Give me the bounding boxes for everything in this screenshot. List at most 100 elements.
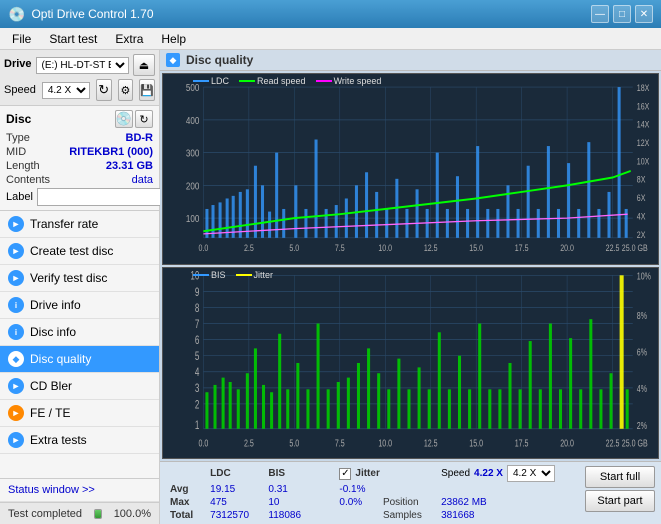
- max-label: Max: [164, 496, 204, 509]
- nav-drive-info[interactable]: i Drive info: [0, 292, 159, 319]
- svg-text:1: 1: [195, 419, 200, 432]
- sidebar: Drive (E:) HL-DT-ST BD-RE WH16NS48 1.D3 …: [0, 50, 160, 524]
- total-ldc: 7312570: [204, 509, 262, 522]
- speed-col-label: Speed: [441, 468, 470, 479]
- legend-ldc: LDC: [193, 76, 229, 86]
- disc-length-val: 23.31 GB: [106, 160, 153, 172]
- svg-text:4X: 4X: [637, 212, 646, 222]
- progress-bar-fill: [95, 510, 101, 518]
- menu-extra[interactable]: Extra: [107, 30, 151, 48]
- svg-text:6%: 6%: [637, 346, 647, 358]
- svg-text:22.5: 22.5: [606, 243, 620, 253]
- eject-button[interactable]: ⏏: [133, 54, 155, 76]
- close-button[interactable]: ✕: [635, 5, 653, 23]
- nav-create-test[interactable]: ► Create test disc: [0, 238, 159, 265]
- svg-text:12X: 12X: [637, 138, 650, 148]
- svg-text:25.0 GB: 25.0 GB: [622, 243, 648, 253]
- svg-text:8: 8: [195, 303, 200, 316]
- samples-label: Samples: [377, 509, 435, 522]
- svg-text:2.5: 2.5: [244, 243, 254, 253]
- maximize-button[interactable]: □: [613, 5, 631, 23]
- minimize-button[interactable]: —: [591, 5, 609, 23]
- svg-text:100: 100: [186, 213, 199, 224]
- svg-text:20.0: 20.0: [560, 243, 574, 253]
- avg-bis: 0.31: [262, 483, 313, 496]
- chart2-svg: 10 9 8 7 6 5 4 3 2 1 10% 8% 6% 4% 2%: [163, 268, 658, 458]
- avg-jitter: -0.1%: [333, 483, 377, 496]
- ldc-label: LDC: [211, 76, 229, 86]
- menu-file[interactable]: File: [4, 30, 39, 48]
- max-bis: 10: [262, 496, 313, 509]
- refresh-button[interactable]: ↻: [96, 79, 112, 101]
- window-title: Opti Drive Control 1.70: [31, 7, 591, 21]
- jitter-checkbox[interactable]: ✓: [339, 468, 351, 480]
- drive-section: Drive (E:) HL-DT-ST BD-RE WH16NS48 1.D3 …: [0, 50, 159, 106]
- svg-text:15.0: 15.0: [469, 437, 483, 449]
- nav-cd-bler[interactable]: ► CD Bler: [0, 373, 159, 400]
- svg-text:300: 300: [186, 148, 199, 159]
- svg-text:0.0: 0.0: [198, 243, 208, 253]
- svg-text:12.5: 12.5: [424, 243, 438, 253]
- nav-label-extra: Extra tests: [30, 433, 87, 447]
- settings-button[interactable]: ⚙: [118, 79, 134, 101]
- nav-extra-tests[interactable]: ► Extra tests: [0, 427, 159, 454]
- svg-text:15.0: 15.0: [469, 243, 483, 253]
- svg-text:2%: 2%: [637, 419, 647, 431]
- window-controls: — □ ✕: [591, 5, 653, 23]
- svg-text:16X: 16X: [637, 102, 650, 112]
- nav-icon-fe: ►: [8, 405, 24, 421]
- stats-buttons: Start full Start part: [583, 464, 657, 514]
- drive-select[interactable]: (E:) HL-DT-ST BD-RE WH16NS48 1.D3: [36, 57, 129, 74]
- legend-jitter: Jitter: [236, 270, 274, 280]
- svg-text:8X: 8X: [637, 175, 646, 185]
- svg-text:25.0 GB: 25.0 GB: [622, 437, 648, 449]
- jitter-col-label: Jitter: [355, 468, 379, 479]
- legend-bis: BIS: [193, 270, 226, 280]
- nav-verify-test[interactable]: ► Verify test disc: [0, 265, 159, 292]
- disc-label-key: Label: [6, 191, 33, 203]
- nav-icon-disc: i: [8, 324, 24, 340]
- bis-label: BIS: [211, 270, 226, 280]
- nav-disc-quality[interactable]: ◆ Disc quality: [0, 346, 159, 373]
- disc-type-val: BD-R: [126, 132, 154, 144]
- svg-text:6X: 6X: [637, 193, 646, 203]
- max-jitter: 0.0%: [333, 496, 377, 509]
- menu-help[interactable]: Help: [153, 30, 194, 48]
- nav-status-window[interactable]: Status window >>: [0, 478, 159, 502]
- nav-label-transfer: Transfer rate: [30, 217, 98, 231]
- total-label: Total: [164, 509, 204, 522]
- chart2: BIS Jitter: [162, 267, 659, 459]
- disc-mid-val: RITEKBR1 (000): [69, 146, 153, 158]
- svg-text:12.5: 12.5: [424, 437, 438, 449]
- save-button[interactable]: 💾: [139, 79, 155, 101]
- svg-text:17.5: 17.5: [515, 437, 529, 449]
- nav-transfer-rate[interactable]: ► Transfer rate: [0, 211, 159, 238]
- svg-text:5: 5: [195, 351, 200, 364]
- status-text: Test completed: [8, 508, 82, 520]
- nav-label-verify: Verify test disc: [30, 271, 107, 285]
- disc-label-input[interactable]: [37, 188, 177, 206]
- disc-header-label: Disc: [6, 112, 31, 126]
- start-full-button[interactable]: Start full: [585, 466, 655, 488]
- svg-text:18X: 18X: [637, 83, 650, 93]
- legend-read: Read speed: [239, 76, 306, 86]
- disc-icon-btn[interactable]: 💿: [115, 110, 133, 128]
- disc-mid-key: MID: [6, 146, 26, 158]
- svg-text:20.0: 20.0: [560, 437, 574, 449]
- nav-fe-te[interactable]: ► FE / TE: [0, 400, 159, 427]
- svg-text:17.5: 17.5: [515, 243, 529, 253]
- svg-text:5.0: 5.0: [289, 437, 299, 449]
- start-part-button[interactable]: Start part: [585, 490, 655, 512]
- menu-start-test[interactable]: Start test: [41, 30, 105, 48]
- nav-disc-info[interactable]: i Disc info: [0, 319, 159, 346]
- progress-bar-container: [94, 509, 102, 519]
- speed-dropdown[interactable]: 4.2 X: [507, 465, 555, 482]
- svg-text:10%: 10%: [637, 270, 651, 282]
- svg-text:22.5: 22.5: [606, 437, 620, 449]
- speed-select[interactable]: 4.2 X: [42, 82, 90, 99]
- position-val: 23862 MB: [435, 496, 579, 509]
- svg-text:5.0: 5.0: [289, 243, 299, 253]
- disc-refresh-btn[interactable]: ↻: [135, 110, 153, 128]
- nav-label-drive: Drive info: [30, 298, 81, 312]
- stats-bar: LDC BIS ✓ Jitter Speed 4.22 X: [160, 461, 661, 524]
